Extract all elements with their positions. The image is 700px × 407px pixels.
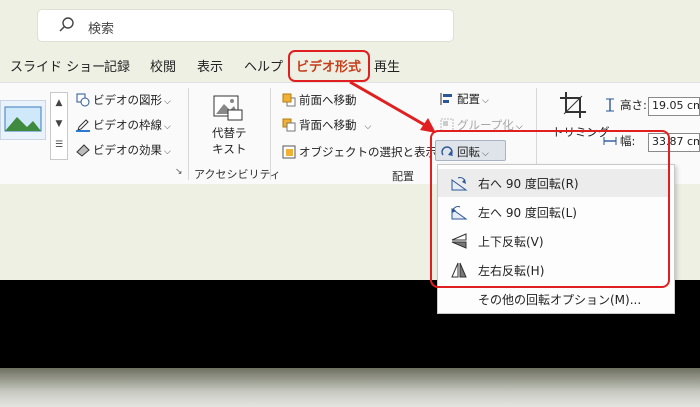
alt-text-button[interactable]: 代替テ キスト [212, 125, 247, 157]
tab-playback[interactable]: 再生 [374, 56, 400, 75]
menu-highlight-box [430, 130, 670, 288]
send-backward-button[interactable]: 背面へ移動 ⌵ [282, 117, 371, 133]
video-frame-image [0, 368, 700, 407]
search-icon [59, 17, 74, 32]
tab-record[interactable]: 記録 [104, 56, 130, 75]
height-icon [606, 98, 614, 112]
video-shape-label: ビデオの図形 [93, 93, 162, 107]
send-backward-label: 背面へ移動 [299, 118, 357, 132]
tab-slideshow[interactable]: スライド ショー [10, 56, 105, 75]
video-effects-button[interactable]: ビデオの効果 ⌵ [76, 142, 171, 158]
more-rotation-options-item[interactable]: その他の回転オプション(M)... [438, 285, 670, 313]
video-shape-button[interactable]: ビデオの図形 ⌵ [76, 92, 171, 108]
arrange-group-label: 配置 [392, 170, 414, 183]
video-style-thumbnail[interactable] [0, 100, 46, 140]
tab-highlight-box [288, 50, 370, 82]
bring-forward-button[interactable]: 前面へ移動 [282, 92, 357, 108]
video-border-label: ビデオの枠線 [93, 118, 162, 132]
gallery-more-icon[interactable]: ☰ [51, 135, 67, 156]
pen-icon [76, 119, 90, 132]
tab-help[interactable]: ヘルプ [244, 56, 283, 75]
align-button[interactable]: 配置 ⌵ [440, 91, 489, 107]
bring-forward-icon [282, 93, 296, 107]
selection-pane-label: オブジェクトの選択と表示 [299, 145, 437, 159]
crop-icon [558, 90, 588, 120]
search-input[interactable]: 検索 [88, 18, 114, 37]
landscape-icon [4, 106, 42, 132]
height-field[interactable]: 19.05 cm [648, 97, 700, 116]
accessibility-group-label: アクセシビリティ [194, 168, 281, 181]
align-label: 配置 [457, 92, 480, 106]
bring-forward-label: 前面へ移動 [299, 93, 357, 107]
gallery-scroll[interactable]: ▲ ▼ ☰ [50, 92, 68, 160]
search-box[interactable]: 検索 [38, 10, 453, 41]
height-label: 高さ: [603, 97, 647, 113]
alt-text-label-2: キスト [212, 142, 247, 156]
gallery-down-icon[interactable]: ▼ [51, 114, 67, 135]
alt-text-icon [212, 94, 244, 122]
shapes-icon [76, 93, 90, 107]
dialog-launcher-icon[interactable]: ↘ [175, 167, 183, 177]
gallery-up-icon[interactable]: ▲ [51, 93, 67, 114]
video-effects-label: ビデオの効果 [93, 143, 162, 157]
video-border-button[interactable]: ビデオの枠線 ⌵ [76, 117, 171, 133]
align-icon [440, 93, 452, 105]
tab-view[interactable]: 表示 [197, 56, 223, 75]
effects-icon [76, 144, 90, 157]
height-label-text: 高さ: [620, 98, 647, 112]
send-backward-icon [282, 118, 296, 132]
alt-text-label-1: 代替テ [212, 126, 247, 140]
selection-pane-button[interactable]: オブジェクトの選択と表示 [282, 144, 437, 160]
tab-review[interactable]: 校閲 [150, 56, 176, 75]
more-rotation-options-label: その他の回転オプション(M)... [478, 293, 642, 307]
selection-pane-icon [282, 145, 296, 159]
